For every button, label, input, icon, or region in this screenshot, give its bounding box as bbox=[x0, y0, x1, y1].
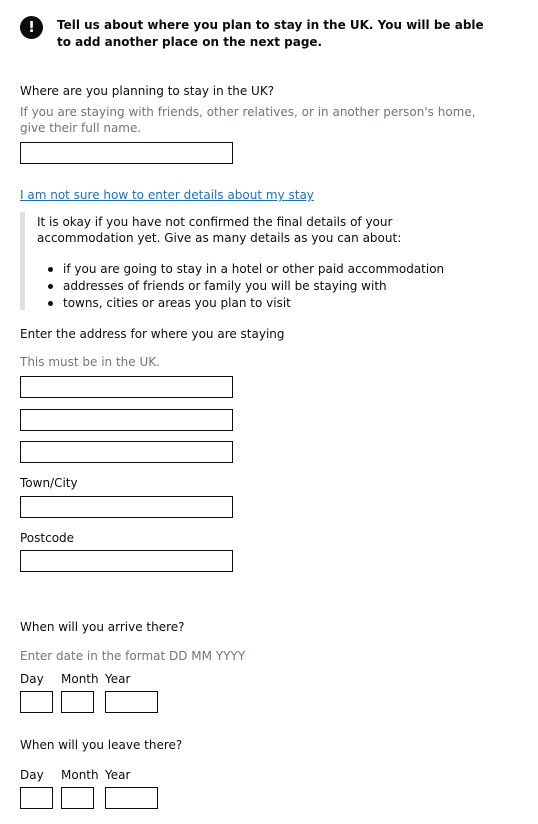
arrive-month-input[interactable] bbox=[61, 691, 94, 713]
arrive-year-label: Year bbox=[105, 672, 131, 686]
details-list-item: towns, cities or areas you plan to visit bbox=[37, 295, 444, 312]
arrive-year-input[interactable] bbox=[105, 691, 158, 713]
address-hint: This must be in the UK. bbox=[20, 355, 160, 369]
arrive-hint: Enter date in the format DD MM YYYY bbox=[20, 649, 246, 663]
details-intro: It is okay if you have not confirmed the… bbox=[37, 215, 402, 245]
leave-year-label: Year bbox=[105, 768, 131, 782]
stay-name-input[interactable] bbox=[20, 142, 233, 164]
address-line-1-input[interactable] bbox=[20, 376, 233, 398]
leave-month-label: Month bbox=[61, 768, 99, 782]
stay-name-label: Where are you planning to stay in the UK… bbox=[20, 84, 275, 98]
details-list-item: if you are going to stay in a hotel or o… bbox=[37, 261, 444, 278]
postcode-input[interactable] bbox=[20, 550, 233, 572]
postcode-label: Postcode bbox=[20, 531, 75, 545]
warning-text: Tell us about where you plan to stay in … bbox=[57, 18, 484, 49]
arrive-month-label: Month bbox=[61, 672, 99, 686]
stay-name-hint: If you are staying with friends, other r… bbox=[20, 105, 476, 135]
details-list-item: addresses of friends or family you will … bbox=[37, 278, 444, 295]
address-line-3-input[interactable] bbox=[20, 441, 233, 463]
arrive-day-input[interactable] bbox=[20, 691, 53, 713]
leave-day-label: Day bbox=[20, 768, 44, 782]
town-label: Town/City bbox=[20, 476, 78, 490]
not-sure-details-link[interactable]: I am not sure how to enter details about… bbox=[20, 187, 314, 203]
leave-day-input[interactable] bbox=[20, 787, 53, 809]
address-label: Enter the address for where you are stay… bbox=[20, 327, 285, 341]
arrive-label: When will you arrive there? bbox=[20, 620, 185, 634]
details-list: if you are going to stay in a hotel or o… bbox=[37, 261, 444, 312]
address-line-2-input[interactable] bbox=[20, 409, 233, 431]
leave-label: When will you leave there? bbox=[20, 738, 183, 752]
exclamation-icon: ! bbox=[20, 16, 43, 39]
leave-month-input[interactable] bbox=[61, 787, 94, 809]
town-input[interactable] bbox=[20, 496, 233, 518]
details-inset: It is okay if you have not confirmed the… bbox=[20, 212, 475, 310]
arrive-day-label: Day bbox=[20, 672, 44, 686]
leave-year-input[interactable] bbox=[105, 787, 158, 809]
accommodation-form-page: ! Tell us about where you plan to stay i… bbox=[0, 0, 538, 824]
